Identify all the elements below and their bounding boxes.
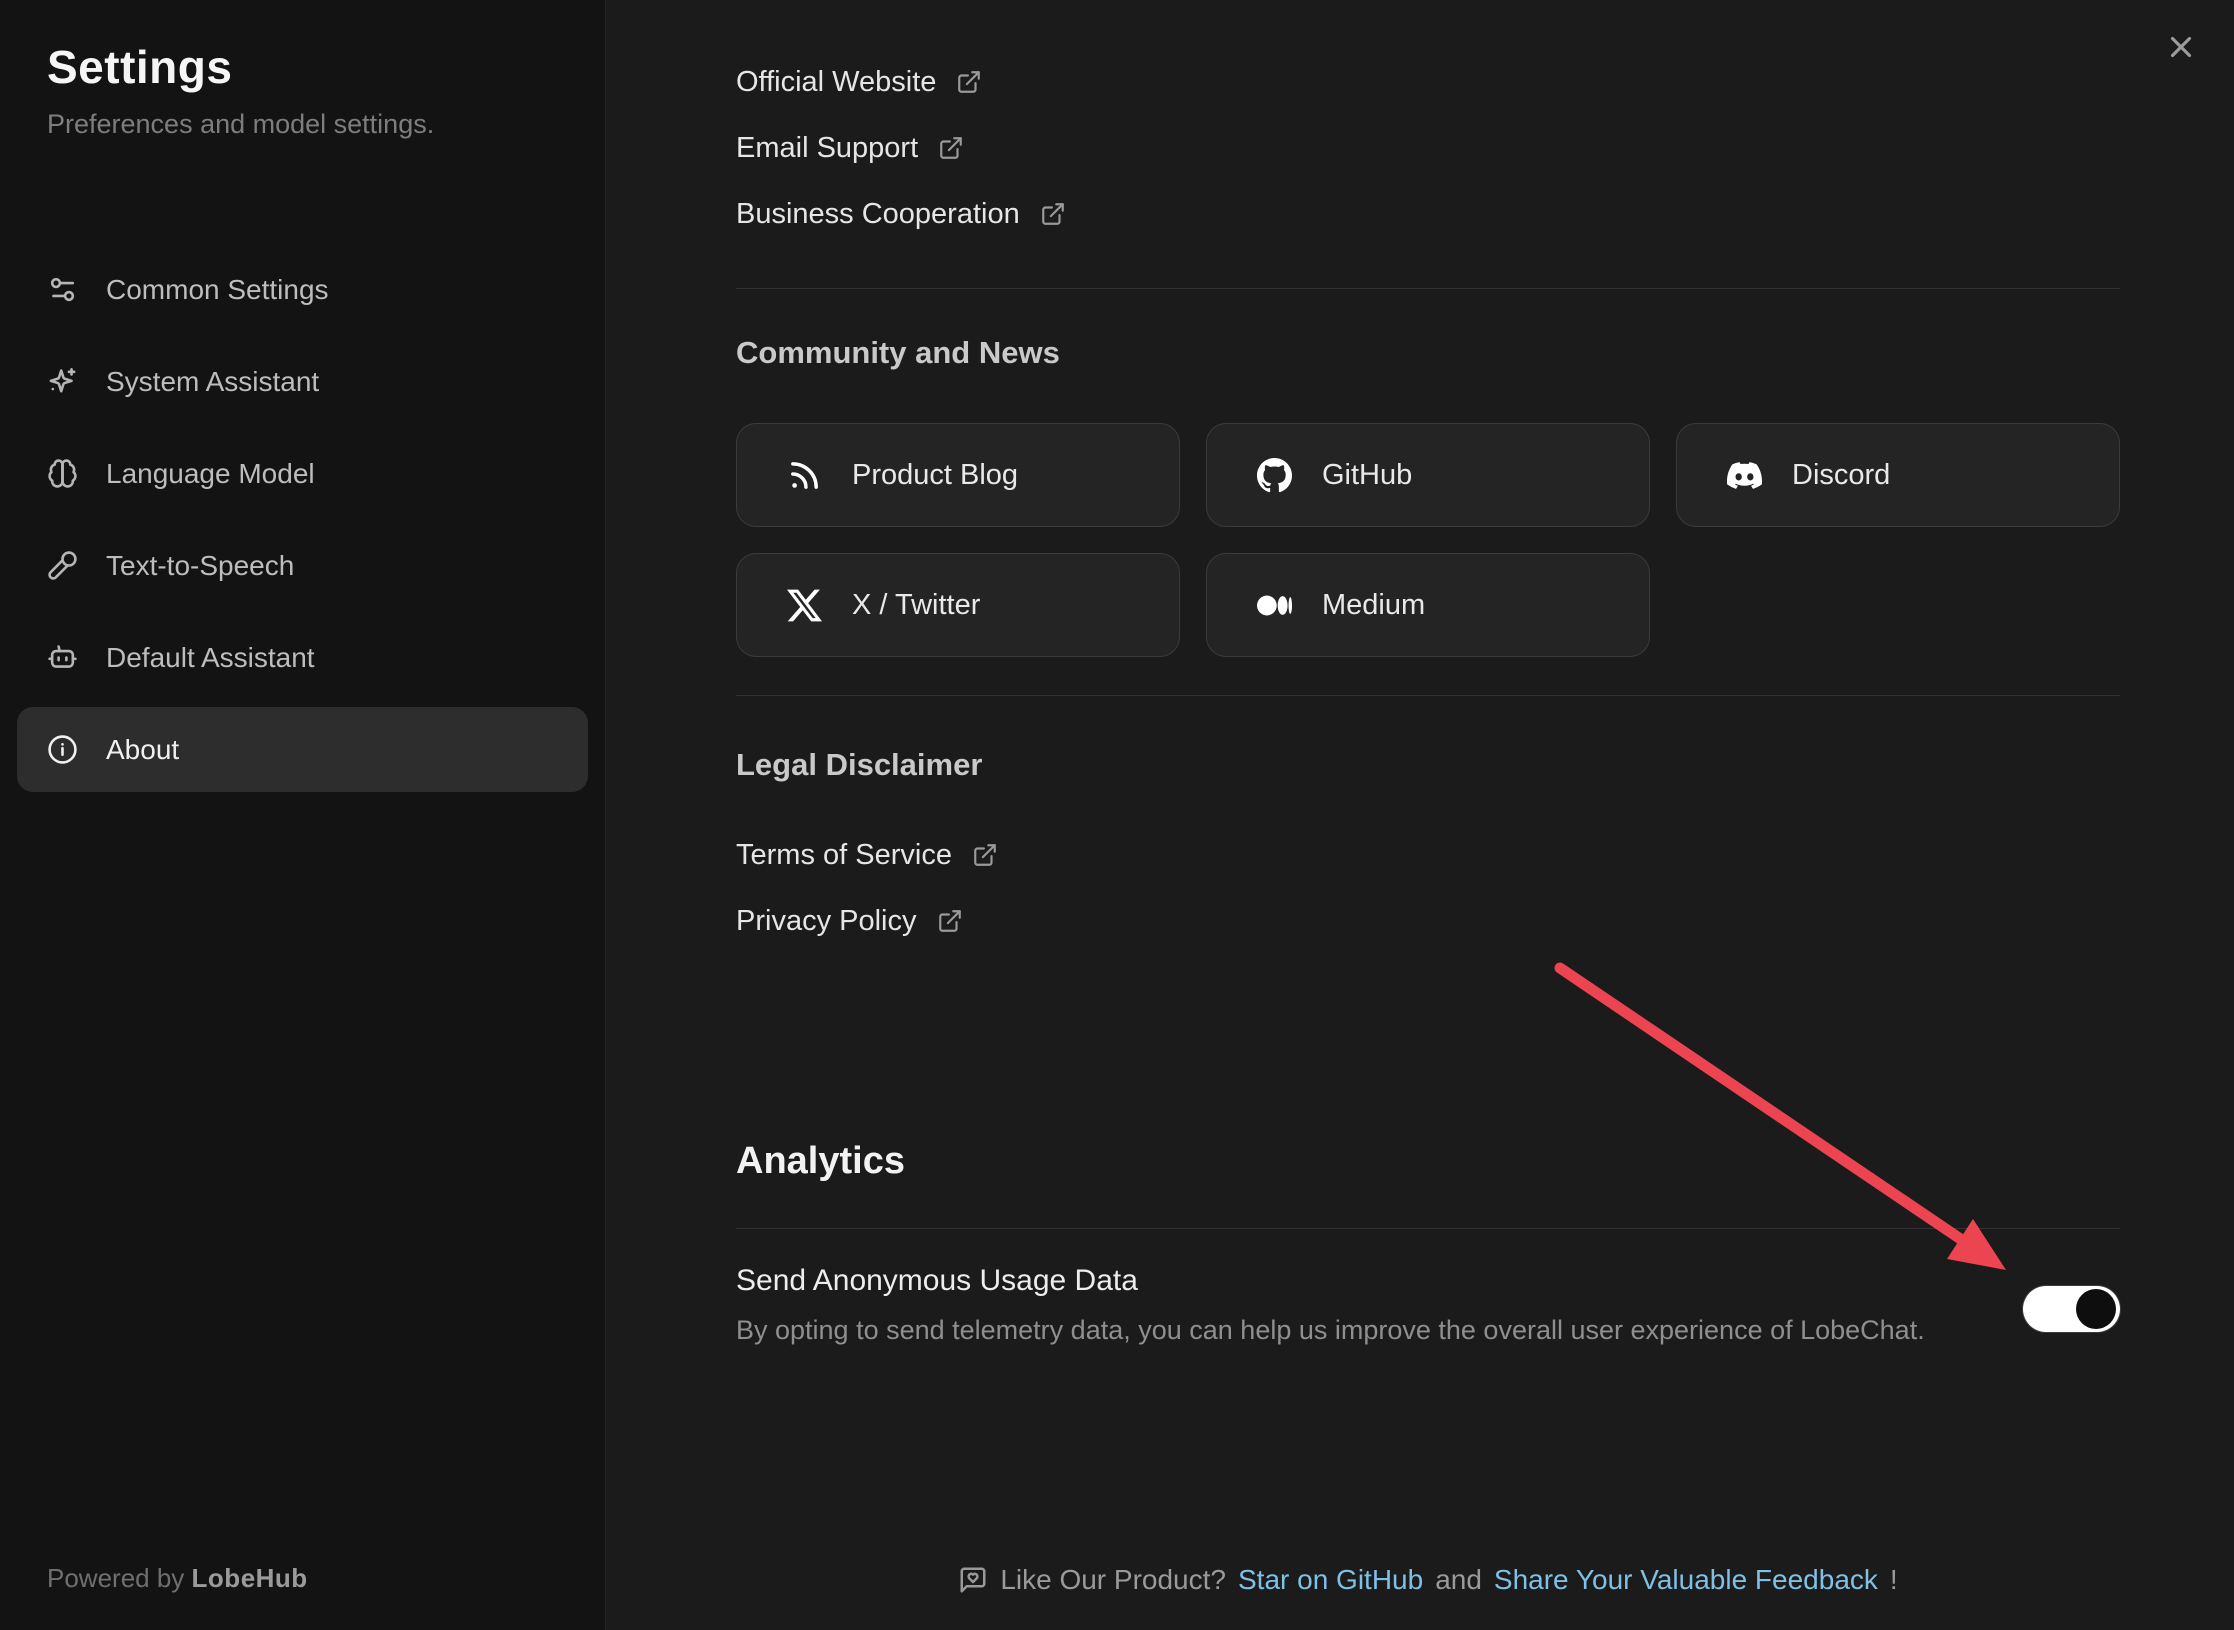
sidebar-item-common-settings[interactable]: Common Settings bbox=[17, 247, 588, 332]
button-label: Product Blog bbox=[852, 459, 1018, 492]
footer-text: and bbox=[1435, 1564, 1482, 1596]
link-label: Terms of Service bbox=[736, 839, 952, 872]
section-divider bbox=[736, 1228, 2120, 1229]
medium-icon bbox=[1257, 588, 1292, 623]
sidebar-item-text-to-speech[interactable]: Text-to-Speech bbox=[17, 523, 588, 608]
external-link-icon bbox=[972, 842, 998, 868]
sidebar-item-language-model[interactable]: Language Model bbox=[17, 431, 588, 516]
page-subtitle: Preferences and model settings. bbox=[17, 105, 588, 143]
sidebar-item-about[interactable]: About bbox=[17, 707, 588, 792]
sliders-icon bbox=[47, 274, 78, 305]
external-link-icon bbox=[956, 69, 982, 95]
privacy-policy-link[interactable]: Privacy Policy bbox=[736, 888, 963, 954]
external-link-icon bbox=[1040, 201, 1066, 227]
terms-of-service-link[interactable]: Terms of Service bbox=[736, 822, 998, 888]
share-feedback-link[interactable]: Share Your Valuable Feedback bbox=[1494, 1564, 1878, 1596]
close-icon[interactable] bbox=[2164, 30, 2198, 64]
sidebar-item-label: System Assistant bbox=[106, 366, 319, 398]
community-buttons: Product Blog GitHub Discord X / Twitter … bbox=[736, 423, 2120, 657]
lobehub-brand: LobeHub bbox=[192, 1563, 308, 1593]
discord-button[interactable]: Discord bbox=[1676, 423, 2120, 527]
button-label: GitHub bbox=[1322, 459, 1412, 492]
usage-data-title: Send Anonymous Usage Data bbox=[736, 1263, 1925, 1299]
sparkles-icon bbox=[47, 366, 78, 397]
product-blog-button[interactable]: Product Blog bbox=[736, 423, 1180, 527]
usage-data-description: By opting to send telemetry data, you ca… bbox=[736, 1313, 1925, 1347]
x-twitter-button[interactable]: X / Twitter bbox=[736, 553, 1180, 657]
link-label: Privacy Policy bbox=[736, 905, 917, 938]
about-panel: Contact Us Official Website Email Suppor… bbox=[606, 0, 2234, 1630]
sidebar-item-label: Language Model bbox=[106, 458, 315, 490]
usage-data-texts: Send Anonymous Usage Data By opting to s… bbox=[736, 1263, 1925, 1347]
link-label: Email Support bbox=[736, 132, 918, 165]
sidebar-item-label: Default Assistant bbox=[106, 642, 315, 674]
github-icon bbox=[1257, 458, 1292, 493]
medium-button[interactable]: Medium bbox=[1206, 553, 1650, 657]
sidebar-item-system-assistant[interactable]: System Assistant bbox=[17, 339, 588, 424]
info-icon bbox=[47, 734, 78, 765]
link-label: Business Cooperation bbox=[736, 198, 1020, 231]
button-label: X / Twitter bbox=[852, 589, 980, 622]
button-label: Discord bbox=[1792, 459, 1890, 492]
product-footer: Like Our Product? Star on GitHub and Sha… bbox=[736, 1564, 2120, 1596]
brain-icon bbox=[47, 458, 78, 489]
button-label: Medium bbox=[1322, 589, 1425, 622]
usage-data-setting-row: Send Anonymous Usage Data By opting to s… bbox=[736, 1263, 2120, 1347]
business-cooperation-link[interactable]: Business Cooperation bbox=[736, 181, 1066, 247]
sidebar-item-default-assistant[interactable]: Default Assistant bbox=[17, 615, 588, 700]
rss-icon bbox=[787, 458, 822, 493]
contact-us-heading: Contact Us bbox=[736, 0, 2120, 8]
external-link-icon bbox=[937, 908, 963, 934]
section-divider bbox=[736, 288, 2120, 289]
sidebar-item-label: Common Settings bbox=[106, 274, 329, 306]
settings-nav: Common Settings System Assistant Languag… bbox=[17, 247, 588, 792]
footer-text: ! bbox=[1890, 1564, 1898, 1596]
analytics-heading: Analytics bbox=[736, 1138, 2120, 1184]
mic-icon bbox=[47, 550, 78, 581]
discord-icon bbox=[1727, 458, 1762, 493]
github-button[interactable]: GitHub bbox=[1206, 423, 1650, 527]
footer-text: Like Our Product? bbox=[1000, 1564, 1226, 1596]
email-support-link[interactable]: Email Support bbox=[736, 115, 964, 181]
page-title: Settings bbox=[17, 40, 588, 95]
external-link-icon bbox=[938, 135, 964, 161]
toggle-knob bbox=[2076, 1289, 2116, 1329]
sidebar-item-label: Text-to-Speech bbox=[106, 550, 294, 582]
star-on-github-link[interactable]: Star on GitHub bbox=[1238, 1564, 1423, 1596]
sidebar-item-label: About bbox=[106, 734, 179, 766]
settings-sidebar: Settings Preferences and model settings.… bbox=[0, 0, 606, 1630]
bot-icon bbox=[47, 642, 78, 673]
legal-disclaimer-heading: Legal Disclaimer bbox=[736, 746, 2120, 784]
powered-by-text: Powered by bbox=[47, 1563, 184, 1593]
x-twitter-icon bbox=[787, 588, 822, 623]
section-divider bbox=[736, 695, 2120, 696]
legal-links: Terms of Service Privacy Policy bbox=[736, 822, 2120, 954]
link-label: Official Website bbox=[736, 66, 936, 99]
official-website-link[interactable]: Official Website bbox=[736, 49, 982, 115]
community-heading: Community and News bbox=[736, 334, 2120, 372]
contact-links: Official Website Email Support Business … bbox=[736, 49, 2120, 247]
usage-data-toggle[interactable] bbox=[2023, 1286, 2120, 1332]
powered-by: Powered by LobeHub bbox=[47, 1563, 308, 1594]
message-heart-icon bbox=[958, 1565, 988, 1595]
